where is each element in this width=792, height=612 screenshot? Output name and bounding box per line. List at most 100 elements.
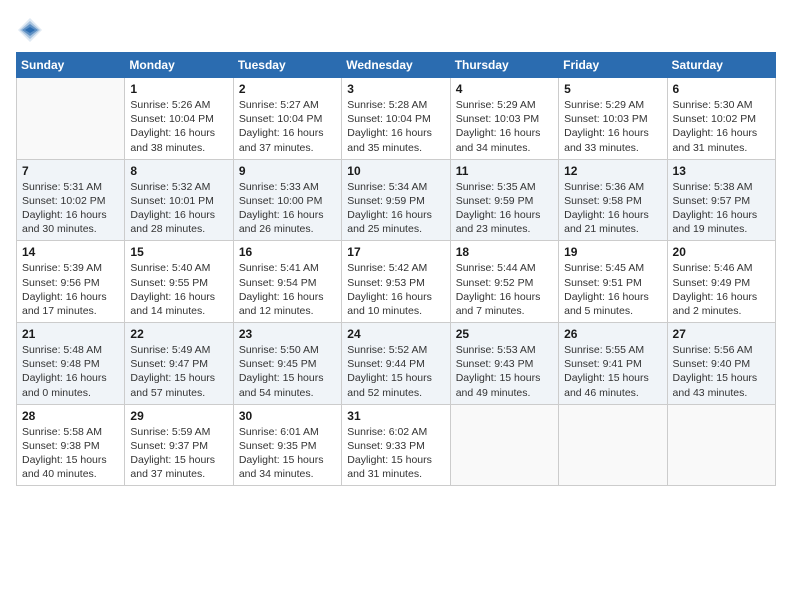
day-info: Sunrise: 5:29 AMSunset: 10:03 PMDaylight… — [456, 98, 553, 155]
calendar-cell: 9 Sunrise: 5:33 AMSunset: 10:00 PMDayligh… — [233, 159, 341, 241]
calendar-cell: 29Sunrise: 5:59 AMSunset: 9:37 PMDayligh… — [125, 404, 233, 486]
week-row-3: 14 Sunrise: 5:39 AMSunset: 9:56 PMDayligh… — [17, 241, 776, 323]
calendar-cell: 18 Sunrise: 5:44 AMSunset: 9:52 PMDayligh… — [450, 241, 558, 323]
day-number: 20 — [673, 245, 770, 259]
weekday-header-saturday: Saturday — [667, 53, 775, 78]
day-number: 19 — [564, 245, 661, 259]
calendar-cell: 30 Sunrise: 6:01 AMSunset: 9:35 PMDayligh… — [233, 404, 341, 486]
day-info: Sunrise: 5:27 AMSunset: 10:04 PMDaylight… — [239, 98, 336, 155]
day-info: Sunrise: 5:52 AMSunset: 9:44 PMDaylight:… — [347, 343, 444, 400]
day-info: Sunrise: 5:38 AMSunset: 9:57 PMDaylight:… — [673, 180, 770, 237]
calendar-cell: 15Sunrise: 5:40 AMSunset: 9:55 PMDayligh… — [125, 241, 233, 323]
weekday-header-row: SundayMondayTuesdayWednesdayThursdayFrid… — [17, 53, 776, 78]
day-number: 26 — [564, 327, 661, 341]
calendar-cell: 17 Sunrise: 5:42 AMSunset: 9:53 PMDayligh… — [342, 241, 450, 323]
logo-icon — [16, 16, 44, 44]
day-number: 28 — [22, 409, 119, 423]
day-number: 9 — [239, 164, 336, 178]
day-info: Sunrise: 5:42 AMSunset: 9:53 PMDaylight:… — [347, 261, 444, 318]
calendar-cell: 23 Sunrise: 5:50 AMSunset: 9:45 PMDayligh… — [233, 323, 341, 405]
day-number: 1 — [130, 82, 227, 96]
weekday-header-wednesday: Wednesday — [342, 53, 450, 78]
day-number: 14 — [22, 245, 119, 259]
day-number: 24 — [347, 327, 444, 341]
day-number: 7 — [22, 164, 119, 178]
day-number: 3 — [347, 82, 444, 96]
day-info: Sunrise: 5:46 AMSunset: 9:49 PMDaylight:… — [673, 261, 770, 318]
day-number: 30 — [239, 409, 336, 423]
calendar-cell: 21Sunrise: 5:48 AMSunset: 9:48 PMDayligh… — [17, 323, 125, 405]
day-info: Sunrise: 5:31 AMSunset: 10:02 PMDaylight… — [22, 180, 119, 237]
day-info: Sunrise: 5:40 AMSunset: 9:55 PMDaylight:… — [130, 261, 227, 318]
day-number: 10 — [347, 164, 444, 178]
week-row-2: 7 Sunrise: 5:31 AMSunset: 10:02 PMDayligh… — [17, 159, 776, 241]
day-info: Sunrise: 5:33 AMSunset: 10:00 PMDaylight… — [239, 180, 336, 237]
day-info: Sunrise: 5:45 AMSunset: 9:51 PMDaylight:… — [564, 261, 661, 318]
calendar-cell — [559, 404, 667, 486]
calendar-cell — [17, 78, 125, 160]
weekday-header-thursday: Thursday — [450, 53, 558, 78]
calendar-cell: 24 Sunrise: 5:52 AMSunset: 9:44 PMDayligh… — [342, 323, 450, 405]
calendar-cell: 2 Sunrise: 5:27 AMSunset: 10:04 PMDayligh… — [233, 78, 341, 160]
day-number: 13 — [673, 164, 770, 178]
day-info: Sunrise: 6:01 AMSunset: 9:35 PMDaylight:… — [239, 425, 336, 482]
day-info: Sunrise: 5:26 AMSunset: 10:04 PMDaylight… — [130, 98, 227, 155]
day-info: Sunrise: 5:53 AMSunset: 9:43 PMDaylight:… — [456, 343, 553, 400]
calendar-cell: 27Sunrise: 5:56 AMSunset: 9:40 PMDayligh… — [667, 323, 775, 405]
calendar: SundayMondayTuesdayWednesdayThursdayFrid… — [16, 52, 776, 486]
calendar-cell: 28 Sunrise: 5:58 AMSunset: 9:38 PMDayligh… — [17, 404, 125, 486]
day-info: Sunrise: 5:44 AMSunset: 9:52 PMDaylight:… — [456, 261, 553, 318]
day-number: 23 — [239, 327, 336, 341]
calendar-cell: 1 Sunrise: 5:26 AMSunset: 10:04 PMDayligh… — [125, 78, 233, 160]
calendar-cell: 14 Sunrise: 5:39 AMSunset: 9:56 PMDayligh… — [17, 241, 125, 323]
calendar-cell: 22 Sunrise: 5:49 AMSunset: 9:47 PMDayligh… — [125, 323, 233, 405]
weekday-header-tuesday: Tuesday — [233, 53, 341, 78]
day-number: 8 — [130, 164, 227, 178]
calendar-cell: 8 Sunrise: 5:32 AMSunset: 10:01 PMDayligh… — [125, 159, 233, 241]
day-info: Sunrise: 5:39 AMSunset: 9:56 PMDaylight:… — [22, 261, 119, 318]
day-info: Sunrise: 5:28 AMSunset: 10:04 PMDaylight… — [347, 98, 444, 155]
day-number: 12 — [564, 164, 661, 178]
calendar-cell: 10Sunrise: 5:34 AMSunset: 9:59 PMDayligh… — [342, 159, 450, 241]
day-number: 21 — [22, 327, 119, 341]
day-number: 2 — [239, 82, 336, 96]
day-info: Sunrise: 6:02 AMSunset: 9:33 PMDaylight:… — [347, 425, 444, 482]
week-row-1: 1 Sunrise: 5:26 AMSunset: 10:04 PMDayligh… — [17, 78, 776, 160]
calendar-cell: 12Sunrise: 5:36 AMSunset: 9:58 PMDayligh… — [559, 159, 667, 241]
day-number: 6 — [673, 82, 770, 96]
day-number: 16 — [239, 245, 336, 259]
day-number: 11 — [456, 164, 553, 178]
weekday-header-friday: Friday — [559, 53, 667, 78]
calendar-cell: 6Sunrise: 5:30 AMSunset: 10:02 PMDayligh… — [667, 78, 775, 160]
day-info: Sunrise: 5:50 AMSunset: 9:45 PMDaylight:… — [239, 343, 336, 400]
day-info: Sunrise: 5:58 AMSunset: 9:38 PMDaylight:… — [22, 425, 119, 482]
day-info: Sunrise: 5:49 AMSunset: 9:47 PMDaylight:… — [130, 343, 227, 400]
weekday-header-monday: Monday — [125, 53, 233, 78]
day-number: 5 — [564, 82, 661, 96]
calendar-cell: 31Sunrise: 6:02 AMSunset: 9:33 PMDayligh… — [342, 404, 450, 486]
calendar-cell: 20 Sunrise: 5:46 AMSunset: 9:49 PMDayligh… — [667, 241, 775, 323]
logo — [16, 16, 48, 44]
day-number: 4 — [456, 82, 553, 96]
day-number: 18 — [456, 245, 553, 259]
week-row-5: 28 Sunrise: 5:58 AMSunset: 9:38 PMDayligh… — [17, 404, 776, 486]
day-number: 22 — [130, 327, 227, 341]
week-row-4: 21Sunrise: 5:48 AMSunset: 9:48 PMDayligh… — [17, 323, 776, 405]
day-info: Sunrise: 5:55 AMSunset: 9:41 PMDaylight:… — [564, 343, 661, 400]
calendar-cell: 16Sunrise: 5:41 AMSunset: 9:54 PMDayligh… — [233, 241, 341, 323]
calendar-cell: 4 Sunrise: 5:29 AMSunset: 10:03 PMDayligh… — [450, 78, 558, 160]
day-info: Sunrise: 5:59 AMSunset: 9:37 PMDaylight:… — [130, 425, 227, 482]
calendar-cell: 25 Sunrise: 5:53 AMSunset: 9:43 PMDayligh… — [450, 323, 558, 405]
weekday-header-sunday: Sunday — [17, 53, 125, 78]
calendar-cell: 5 Sunrise: 5:29 AMSunset: 10:03 PMDayligh… — [559, 78, 667, 160]
day-info: Sunrise: 5:29 AMSunset: 10:03 PMDaylight… — [564, 98, 661, 155]
day-info: Sunrise: 5:35 AMSunset: 9:59 PMDaylight:… — [456, 180, 553, 237]
header — [16, 16, 776, 44]
day-number: 17 — [347, 245, 444, 259]
day-number: 27 — [673, 327, 770, 341]
day-number: 25 — [456, 327, 553, 341]
page: SundayMondayTuesdayWednesdayThursdayFrid… — [0, 0, 792, 496]
day-info: Sunrise: 5:32 AMSunset: 10:01 PMDaylight… — [130, 180, 227, 237]
calendar-cell — [667, 404, 775, 486]
calendar-cell: 11 Sunrise: 5:35 AMSunset: 9:59 PMDayligh… — [450, 159, 558, 241]
